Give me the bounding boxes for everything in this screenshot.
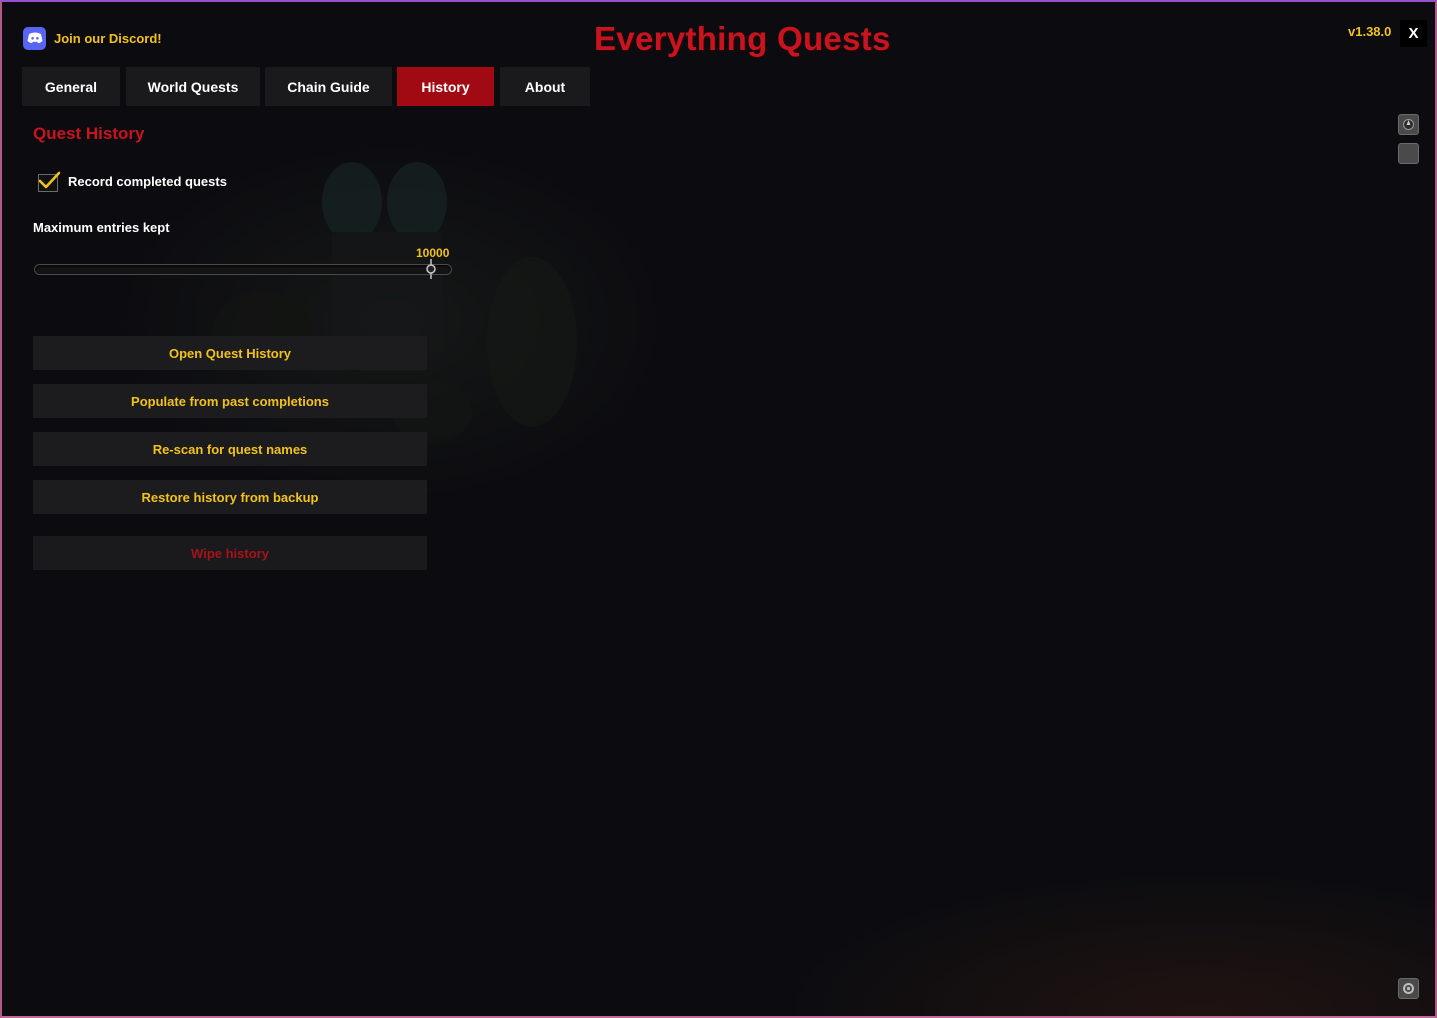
square-icon[interactable] (1398, 143, 1419, 164)
rescan-quest-names-button[interactable]: Re-scan for quest names (33, 432, 427, 466)
tab-world-quests[interactable]: World Quests (126, 67, 260, 106)
tab-chain-guide[interactable]: Chain Guide (265, 67, 392, 106)
tab-history[interactable]: History (397, 67, 494, 106)
settings-icon[interactable] (1398, 978, 1419, 999)
minimap-icon[interactable] (1398, 114, 1419, 135)
close-button[interactable]: X (1400, 20, 1427, 47)
max-entries-value: 10000 (416, 246, 450, 260)
section-title: Quest History (33, 124, 145, 143)
record-completed-label: Record completed quests (68, 173, 227, 189)
addon-window: Join our Discord! Everything Quests v1.3… (0, 0, 1437, 1018)
max-entries-slider[interactable] (34, 264, 452, 275)
wipe-history-button[interactable]: Wipe history (33, 536, 427, 570)
discord-label: Join our Discord! (54, 30, 162, 46)
discord-icon (23, 26, 46, 50)
version-label: v1.38.0 (1348, 24, 1392, 39)
checkmark-icon (38, 171, 61, 189)
record-completed-checkbox[interactable] (37, 170, 61, 192)
tab-about[interactable]: About (500, 67, 590, 106)
open-quest-history-button[interactable]: Open Quest History (33, 336, 427, 370)
slider-thumb[interactable] (426, 259, 436, 279)
restore-history-button[interactable]: Restore history from backup (33, 480, 427, 514)
record-completed-row: Record completed quests (37, 170, 227, 192)
populate-past-completions-button[interactable]: Populate from past completions (33, 384, 427, 418)
max-entries-label: Maximum entries kept (33, 220, 170, 235)
tab-general[interactable]: General (22, 67, 120, 106)
app-title: Everything Quests (594, 20, 891, 57)
discord-link[interactable]: Join our Discord! (23, 26, 162, 50)
